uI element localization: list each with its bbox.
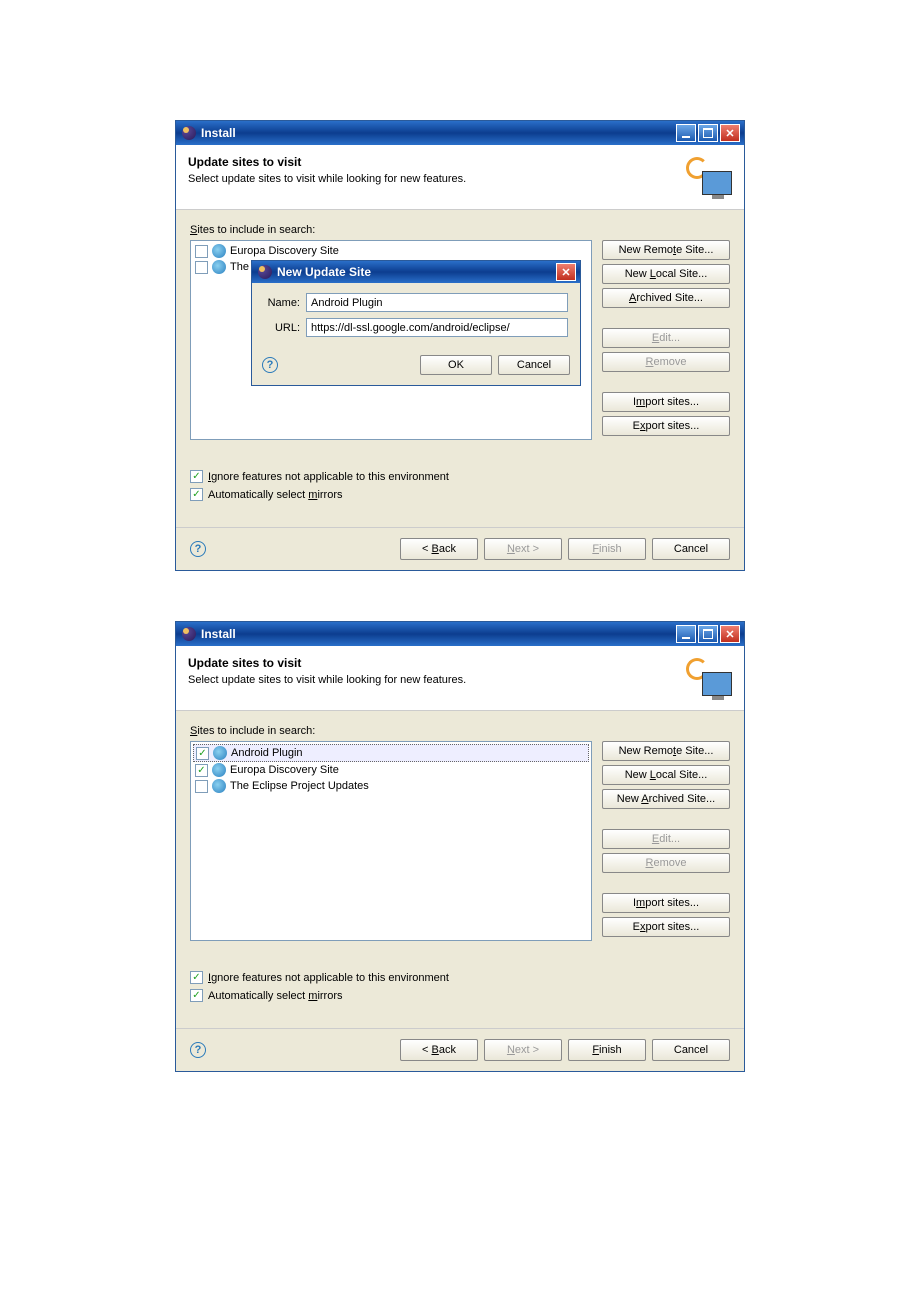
cancel-button[interactable]: Cancel bbox=[652, 1039, 730, 1061]
eclipse-icon bbox=[182, 627, 196, 641]
remove-button[interactable]: Remove bbox=[602, 352, 730, 372]
window-title: Install bbox=[201, 126, 236, 140]
globe-icon bbox=[212, 763, 226, 777]
cancel-button[interactable]: Cancel bbox=[498, 355, 570, 375]
wizard-header: Update sites to visit Select update site… bbox=[176, 646, 744, 711]
site-label: Europa Discovery Site bbox=[230, 764, 339, 776]
content-area: Sites to include in search: ✓ Android Pl… bbox=[176, 711, 744, 1028]
site-checkbox[interactable]: ✓ bbox=[196, 747, 209, 760]
help-icon[interactable]: ? bbox=[190, 1042, 206, 1058]
sites-label: Sites to include in search: bbox=[190, 725, 730, 737]
content-area: Sites to include in search: Europa Disco… bbox=[176, 210, 744, 527]
import-sites-button[interactable]: Import sites... bbox=[602, 392, 730, 412]
wizard-footer: ? < Back Next > Finish Cancel bbox=[176, 1028, 744, 1071]
new-archived-site-button[interactable]: Archived Site... bbox=[602, 288, 730, 308]
cancel-button[interactable]: Cancel bbox=[652, 538, 730, 560]
ignore-label: Ignore features not applicable to this e… bbox=[208, 972, 449, 984]
remove-button[interactable]: Remove bbox=[602, 853, 730, 873]
site-label: Europa Discovery Site bbox=[230, 245, 339, 257]
checkbox-group: ✓ Ignore features not applicable to this… bbox=[190, 470, 730, 501]
help-icon[interactable]: ? bbox=[190, 541, 206, 557]
install-window-1: Install Update sites to visit Select upd… bbox=[175, 120, 745, 571]
next-button[interactable]: Next > bbox=[484, 538, 562, 560]
titlebar[interactable]: Install bbox=[176, 622, 744, 646]
finish-button[interactable]: Finish bbox=[568, 1039, 646, 1061]
titlebar[interactable]: Install bbox=[176, 121, 744, 145]
mirrors-label: Automatically select mirrors bbox=[208, 489, 343, 501]
finish-button[interactable]: Finish bbox=[568, 538, 646, 560]
new-update-site-dialog: New Update Site Name: URL: ? bbox=[251, 260, 581, 386]
header-sub: Select update sites to visit while looki… bbox=[188, 674, 466, 686]
export-sites-button[interactable]: Export sites... bbox=[602, 416, 730, 436]
site-label: Android Plugin bbox=[231, 747, 303, 759]
header-sub: Select update sites to visit while looki… bbox=[188, 173, 466, 185]
site-item[interactable]: Europa Discovery Site bbox=[193, 243, 589, 259]
new-local-site-button[interactable]: New Local Site... bbox=[602, 765, 730, 785]
new-remote-site-button[interactable]: New Remote Site... bbox=[602, 240, 730, 260]
edit-button[interactable]: Edit... bbox=[602, 829, 730, 849]
ok-button[interactable]: OK bbox=[420, 355, 492, 375]
maximize-button[interactable] bbox=[698, 625, 718, 643]
wizard-header: Update sites to visit Select update site… bbox=[176, 145, 744, 210]
wizard-footer: ? < Back Next > Finish Cancel bbox=[176, 527, 744, 570]
next-button[interactable]: Next > bbox=[484, 1039, 562, 1061]
header-heading: Update sites to visit bbox=[188, 656, 466, 670]
mirrors-checkbox[interactable]: ✓ bbox=[190, 989, 203, 1002]
site-item[interactable]: ✓ Europa Discovery Site bbox=[193, 762, 589, 778]
window-title: Install bbox=[201, 627, 236, 641]
help-icon[interactable]: ? bbox=[262, 357, 278, 373]
new-local-site-button[interactable]: New Local Site... bbox=[602, 264, 730, 284]
close-button[interactable] bbox=[720, 625, 740, 643]
url-input[interactable] bbox=[306, 318, 568, 337]
site-label: The Eclipse Project Updates bbox=[230, 780, 369, 792]
install-window-2: Install Update sites to visit Select upd… bbox=[175, 621, 745, 1072]
site-checkbox[interactable]: ✓ bbox=[195, 764, 208, 777]
eclipse-icon bbox=[258, 265, 272, 279]
import-sites-button[interactable]: Import sites... bbox=[602, 893, 730, 913]
globe-icon bbox=[212, 260, 226, 274]
edit-button[interactable]: Edit... bbox=[602, 328, 730, 348]
ignore-label: Ignore features not applicable to this e… bbox=[208, 471, 449, 483]
new-archived-site-button[interactable]: New Archived Site... bbox=[602, 789, 730, 809]
site-checkbox[interactable] bbox=[195, 780, 208, 793]
name-input[interactable] bbox=[306, 293, 568, 312]
modal-title: New Update Site bbox=[277, 265, 371, 279]
modal-titlebar[interactable]: New Update Site bbox=[252, 261, 580, 283]
update-monitor-icon bbox=[684, 656, 732, 696]
mirrors-label: Automatically select mirrors bbox=[208, 990, 343, 1002]
maximize-button[interactable] bbox=[698, 124, 718, 142]
header-heading: Update sites to visit bbox=[188, 155, 466, 169]
close-button[interactable] bbox=[720, 124, 740, 142]
site-checkbox[interactable] bbox=[195, 245, 208, 258]
mirrors-checkbox[interactable]: ✓ bbox=[190, 488, 203, 501]
sites-label: Sites to include in search: bbox=[190, 224, 730, 236]
sites-list[interactable]: ✓ Android Plugin ✓ Europa Discovery Site… bbox=[190, 741, 592, 941]
site-checkbox[interactable] bbox=[195, 261, 208, 274]
ignore-checkbox[interactable]: ✓ bbox=[190, 470, 203, 483]
globe-icon bbox=[213, 746, 227, 760]
new-remote-site-button[interactable]: New Remote Site... bbox=[602, 741, 730, 761]
globe-icon bbox=[212, 779, 226, 793]
export-sites-button[interactable]: Export sites... bbox=[602, 917, 730, 937]
ignore-checkbox[interactable]: ✓ bbox=[190, 971, 203, 984]
back-button[interactable]: < Back bbox=[400, 538, 478, 560]
side-buttons: New Remote Site... New Local Site... New… bbox=[602, 741, 730, 937]
back-button[interactable]: < Back bbox=[400, 1039, 478, 1061]
eclipse-icon bbox=[182, 126, 196, 140]
url-label: URL: bbox=[264, 322, 300, 334]
update-monitor-icon bbox=[684, 155, 732, 195]
name-label: Name: bbox=[264, 297, 300, 309]
modal-close-button[interactable] bbox=[556, 263, 576, 281]
site-item[interactable]: ✓ Android Plugin bbox=[193, 744, 589, 762]
globe-icon bbox=[212, 244, 226, 258]
side-buttons: New Remote Site... New Local Site... Arc… bbox=[602, 240, 730, 436]
site-item[interactable]: The Eclipse Project Updates bbox=[193, 778, 589, 794]
checkbox-group: ✓ Ignore features not applicable to this… bbox=[190, 971, 730, 1002]
minimize-button[interactable] bbox=[676, 625, 696, 643]
minimize-button[interactable] bbox=[676, 124, 696, 142]
